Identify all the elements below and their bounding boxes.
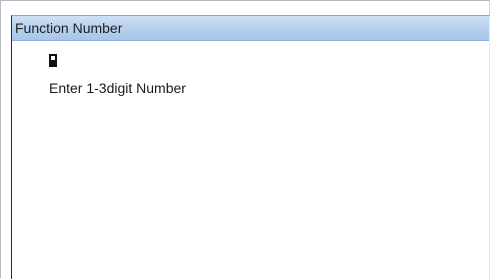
text-cursor-icon[interactable] (49, 54, 57, 67)
dialog-title: Function Number (15, 20, 123, 36)
app-window: Function Number Enter 1-3digit Number (0, 0, 490, 280)
input-prompt: Enter 1-3digit Number (49, 80, 186, 96)
title-bar: Function Number (12, 16, 490, 41)
function-number-dialog: Function Number Enter 1-3digit Number (11, 15, 490, 280)
